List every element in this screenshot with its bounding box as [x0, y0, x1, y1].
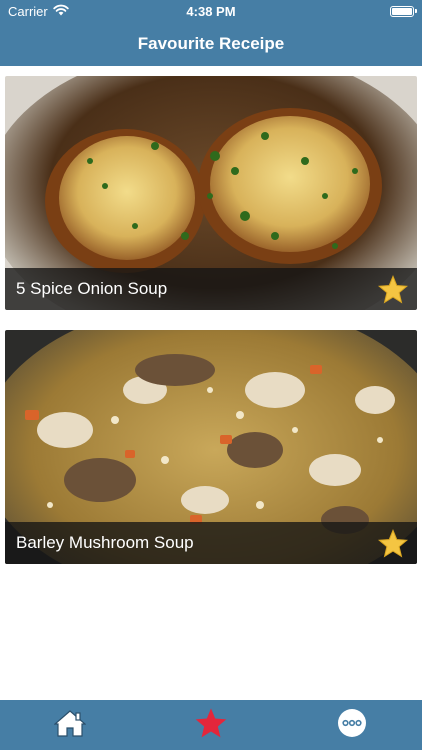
more-icon [337, 708, 367, 743]
star-icon [194, 707, 228, 744]
carrier-label: Carrier [8, 3, 48, 19]
recipe-caption: Barley Mushroom Soup [5, 522, 417, 564]
favourite-star-icon[interactable] [377, 527, 409, 559]
home-icon [53, 709, 87, 742]
status-bar-left: Carrier [8, 4, 69, 19]
tab-more[interactable] [322, 703, 382, 747]
recipe-title: 5 Spice Onion Soup [16, 279, 168, 298]
recipe-card[interactable]: Barley Mushroom Soup [5, 330, 417, 564]
tab-home[interactable] [40, 703, 100, 747]
recipe-card[interactable]: 5 Spice Onion Soup [5, 76, 417, 310]
wifi-icon [53, 4, 69, 19]
recipe-caption: 5 Spice Onion Soup [5, 268, 417, 310]
tab-favourites[interactable] [181, 703, 241, 747]
battery-icon [390, 5, 417, 17]
recipe-title: Barley Mushroom Soup [16, 533, 194, 552]
page-title: Favourite Receipe [137, 34, 285, 53]
status-bar: Carrier 4:38 PM [0, 0, 422, 22]
favourite-star-icon[interactable] [377, 273, 409, 305]
nav-bar: Favourite Receipe [0, 22, 422, 66]
tab-bar [0, 700, 422, 750]
